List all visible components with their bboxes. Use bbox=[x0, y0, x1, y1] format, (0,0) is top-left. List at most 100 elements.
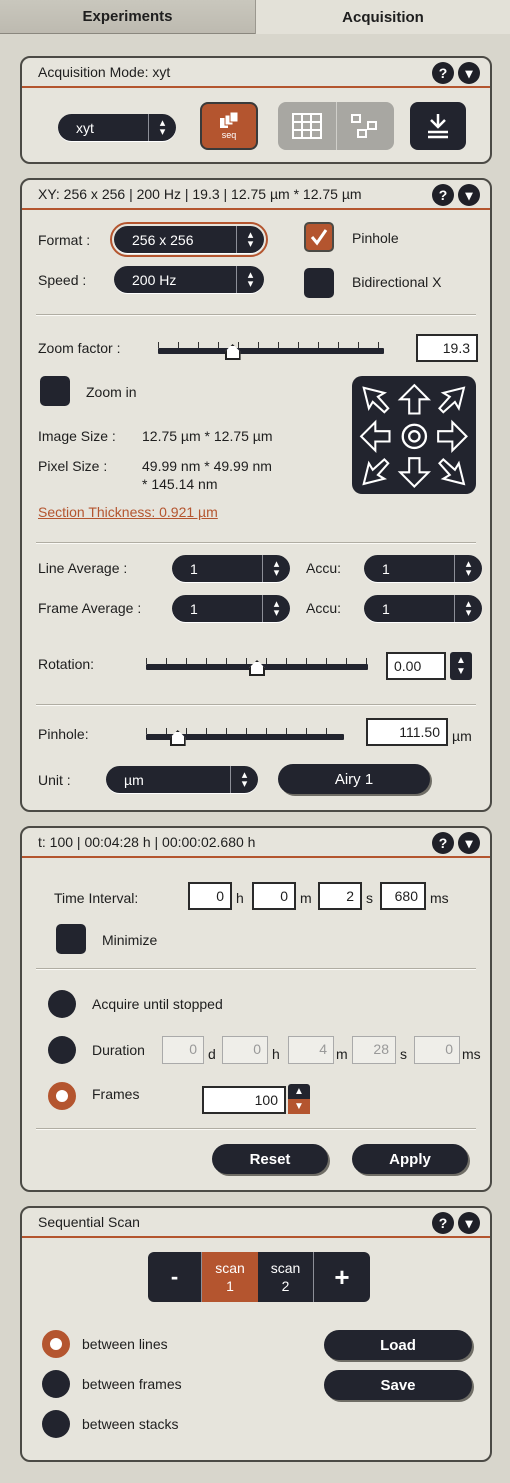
tab-experiments-label: Experiments bbox=[82, 8, 173, 25]
collapse-icon[interactable]: ▾ bbox=[458, 832, 480, 854]
duration-milliseconds-input[interactable]: 0 bbox=[414, 1036, 460, 1064]
duration-radio[interactable] bbox=[48, 1036, 76, 1064]
line-accu-select[interactable]: 1 ▴ ▾ bbox=[364, 555, 482, 582]
bidirectional-checkbox[interactable] bbox=[304, 268, 334, 298]
acquisition-mode-select[interactable]: xyt ▴ ▾ bbox=[58, 114, 176, 141]
interval-minutes-input[interactable]: 0 bbox=[252, 882, 296, 910]
between-stacks-label: between stacks bbox=[82, 1416, 179, 1432]
rotation-slider[interactable] bbox=[146, 654, 368, 676]
arrow-right-icon[interactable] bbox=[433, 417, 472, 456]
help-icon[interactable]: ? bbox=[432, 832, 454, 854]
interval-seconds-input[interactable]: 2 bbox=[318, 882, 362, 910]
grid-mode-button[interactable] bbox=[278, 102, 337, 150]
add-scan-button[interactable]: + bbox=[314, 1252, 370, 1302]
apply-button-label: Apply bbox=[389, 1150, 431, 1168]
airy-button[interactable]: Airy 1 bbox=[278, 764, 430, 794]
pinhole-unit-label: µm bbox=[452, 728, 472, 744]
zoom-in-checkbox[interactable] bbox=[40, 376, 70, 406]
unit-label: Unit : bbox=[38, 772, 71, 788]
tab-experiments[interactable]: Experiments bbox=[0, 0, 255, 34]
arrow-left-icon[interactable] bbox=[356, 417, 395, 456]
pinhole-input[interactable]: 111.50 bbox=[366, 718, 448, 746]
save-button[interactable]: Save bbox=[324, 1370, 472, 1400]
tile-mode-button[interactable] bbox=[337, 102, 395, 150]
xy-title: XY: 256 x 256 | 200 Hz | 19.3 | 12.75 µm… bbox=[38, 186, 362, 202]
between-lines-label: between lines bbox=[82, 1336, 168, 1352]
spinner-down-icon[interactable]: ▼ bbox=[288, 1099, 310, 1114]
divider bbox=[36, 968, 476, 970]
sequential-mode-button[interactable]: seq bbox=[200, 102, 258, 150]
minimize-checkbox[interactable] bbox=[56, 924, 86, 954]
frame-average-value: 1 bbox=[190, 600, 198, 617]
between-frames-radio[interactable] bbox=[42, 1370, 70, 1398]
grid-icon bbox=[291, 113, 322, 139]
frames-radio[interactable] bbox=[48, 1082, 76, 1110]
pinhole-checkbox[interactable] bbox=[304, 222, 334, 252]
arrow-down-right-icon[interactable] bbox=[433, 453, 472, 492]
format-select[interactable]: 256 x 256 ▴ ▾ bbox=[110, 222, 268, 257]
arrow-down-icon[interactable] bbox=[395, 453, 434, 492]
sequential-scan-header: Sequential Scan bbox=[22, 1208, 490, 1238]
remove-scan-button[interactable]: - bbox=[148, 1252, 202, 1302]
arrow-up-right-icon[interactable] bbox=[433, 380, 472, 419]
between-stacks-radio[interactable] bbox=[42, 1410, 70, 1438]
tab-acquisition[interactable]: Acquisition bbox=[255, 0, 510, 34]
frame-accu-value: 1 bbox=[382, 600, 390, 617]
zoom-factor-input[interactable]: 19.3 bbox=[416, 334, 478, 362]
duration-hours-input[interactable]: 0 bbox=[222, 1036, 268, 1064]
load-button[interactable]: Load bbox=[324, 1330, 472, 1360]
duration-minutes-input[interactable]: 4 bbox=[288, 1036, 334, 1064]
divider bbox=[36, 314, 476, 316]
speed-select[interactable]: 200 Hz ▴ ▾ bbox=[114, 266, 264, 293]
acquisition-mode-value: xyt bbox=[76, 119, 94, 136]
duration-hours-unit: h bbox=[272, 1046, 280, 1062]
format-label: Format : bbox=[38, 232, 91, 248]
chevron-updown-icon: ▴ ▾ bbox=[230, 766, 258, 793]
unit-select[interactable]: µm ▴ ▾ bbox=[106, 766, 258, 793]
frame-average-select[interactable]: 1 ▴ ▾ bbox=[172, 595, 290, 622]
help-icon[interactable]: ? bbox=[432, 184, 454, 206]
collapse-icon[interactable]: ▾ bbox=[458, 62, 480, 84]
image-size-value: 12.75 µm * 12.75 µm bbox=[142, 428, 273, 444]
frames-input[interactable]: 100 bbox=[202, 1086, 286, 1114]
rotation-spinner[interactable]: ▲ ▼ bbox=[450, 652, 472, 680]
interval-hours-input[interactable]: 0 bbox=[188, 882, 232, 910]
section-thickness-link[interactable]: Section Thickness: 0.921 µm bbox=[38, 504, 218, 520]
scan-2-tab[interactable]: scan 2 bbox=[258, 1252, 314, 1302]
arrow-up-icon[interactable] bbox=[395, 380, 434, 419]
collapse-icon[interactable]: ▾ bbox=[458, 184, 480, 206]
acquire-until-stopped-radio[interactable] bbox=[48, 990, 76, 1018]
milliseconds-unit: ms bbox=[430, 890, 449, 906]
rotation-label: Rotation: bbox=[38, 656, 95, 672]
divider bbox=[36, 1128, 476, 1130]
interval-milliseconds-input[interactable]: 680 bbox=[380, 882, 426, 910]
arrow-up-left-icon[interactable] bbox=[356, 380, 395, 419]
pinhole-slider[interactable] bbox=[146, 724, 344, 746]
divider bbox=[36, 542, 476, 544]
speed-label: Speed : bbox=[38, 272, 87, 288]
center-icon[interactable] bbox=[395, 417, 434, 456]
airy-button-label: Airy 1 bbox=[334, 770, 374, 788]
minutes-unit: m bbox=[300, 890, 312, 906]
minimize-label: Minimize bbox=[102, 932, 158, 948]
arrow-down-left-icon[interactable] bbox=[356, 453, 395, 492]
between-lines-radio[interactable] bbox=[42, 1330, 70, 1358]
duration-seconds-input[interactable]: 28 bbox=[352, 1036, 396, 1064]
spinner-up-icon[interactable]: ▲ bbox=[288, 1084, 310, 1099]
rotation-input[interactable]: 0.00 bbox=[386, 652, 446, 680]
duration-days-input[interactable]: 0 bbox=[162, 1036, 204, 1064]
unit-value: µm bbox=[124, 771, 144, 788]
line-average-select[interactable]: 1 ▴ ▾ bbox=[172, 555, 290, 582]
line-average-value: 1 bbox=[190, 560, 198, 577]
apply-button[interactable]: Apply bbox=[352, 1144, 468, 1174]
download-button[interactable] bbox=[410, 102, 466, 150]
frame-accu-select[interactable]: 1 ▴ ▾ bbox=[364, 595, 482, 622]
help-icon[interactable]: ? bbox=[432, 1212, 454, 1234]
frames-spinner[interactable]: ▲ ▼ bbox=[288, 1084, 310, 1114]
collapse-icon[interactable]: ▾ bbox=[458, 1212, 480, 1234]
scan-1-tab[interactable]: scan 1 bbox=[202, 1252, 258, 1302]
reset-button[interactable]: Reset bbox=[212, 1144, 328, 1174]
zoom-slider[interactable] bbox=[158, 338, 384, 360]
tile-icon bbox=[351, 114, 378, 138]
help-icon[interactable]: ? bbox=[432, 62, 454, 84]
